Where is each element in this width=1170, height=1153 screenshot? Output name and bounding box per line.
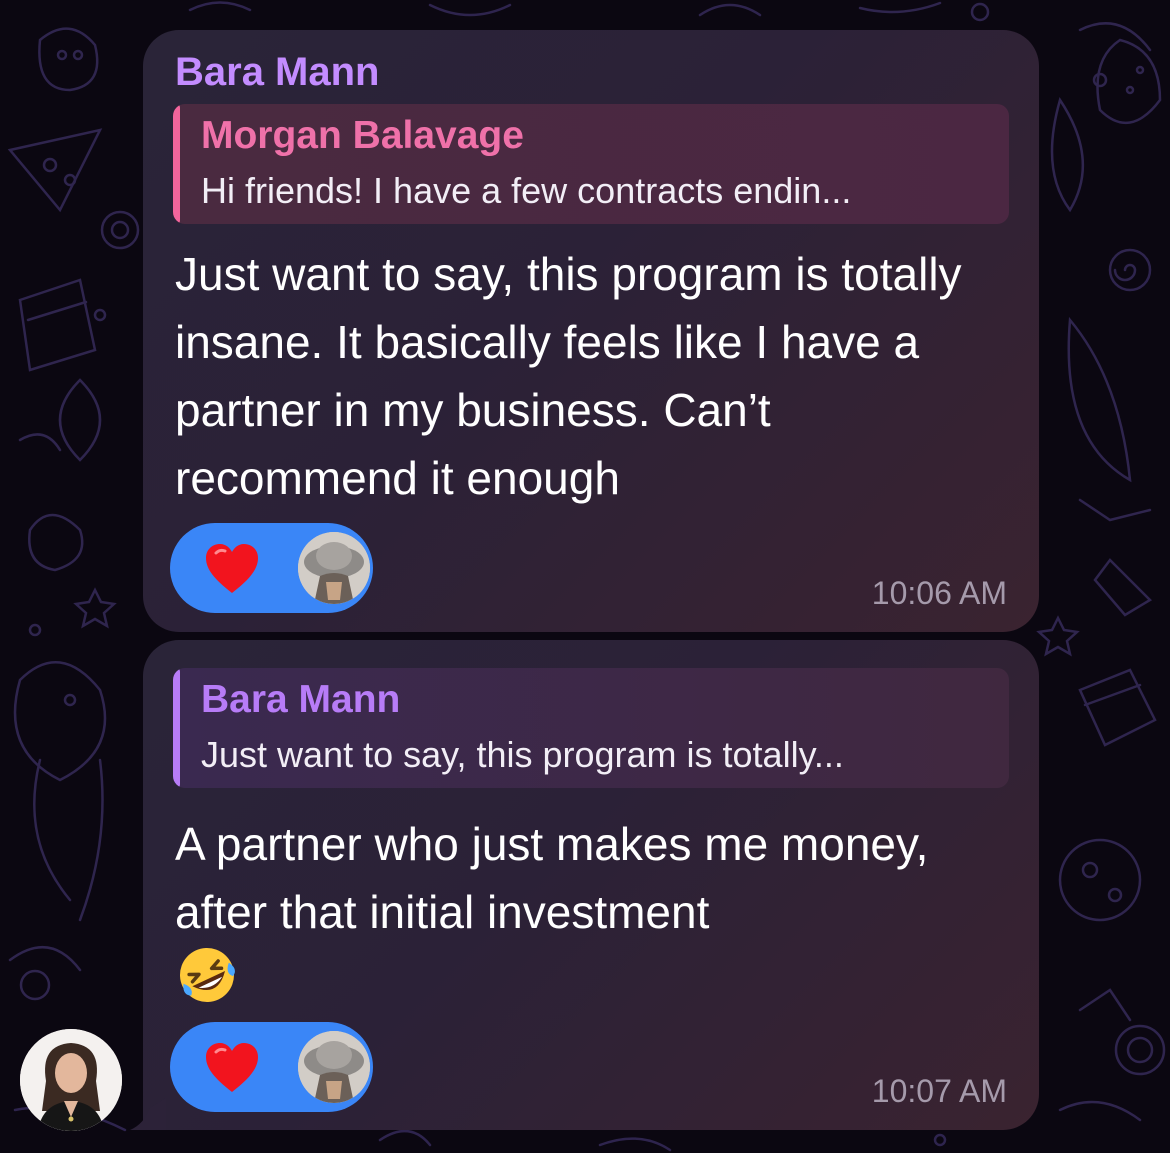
sender-name[interactable]: Bara Mann (175, 50, 380, 95)
message-text: A partner who just makes me money, after… (175, 818, 929, 938)
rolling-on-floor-laughing-icon (180, 948, 235, 1002)
message-text: Just want to say, this program is totall… (175, 248, 962, 504)
reactor-avatar[interactable] (298, 1031, 370, 1103)
bubble-tail (130, 1098, 166, 1130)
message-bubble[interactable]: Bara Mann Just want to say, this program… (143, 640, 1039, 1130)
reply-accent-bar (173, 104, 180, 224)
reply-author: Morgan Balavage (201, 114, 524, 157)
reply-quote[interactable]: Bara Mann Just want to say, this program… (173, 668, 1009, 788)
sender-photo (20, 1029, 122, 1131)
sender-avatar[interactable] (20, 1029, 122, 1131)
message-bubble[interactable]: Bara Mann Morgan Balavage Hi friends! I … (143, 30, 1039, 632)
reply-snippet: Just want to say, this program is totall… (201, 734, 844, 775)
reactor-avatar[interactable] (298, 532, 370, 604)
reply-accent-bar (173, 668, 180, 788)
reaction-pill[interactable] (170, 523, 373, 613)
heart-icon (206, 544, 258, 593)
message-timestamp: 10:07 AM (871, 1073, 1007, 1109)
heart-icon (206, 1043, 258, 1092)
reply-snippet: Hi friends! I have a few contracts endin… (201, 170, 852, 211)
reply-quote[interactable]: Morgan Balavage Hi friends! I have a few… (173, 104, 1009, 224)
reaction-pill[interactable] (170, 1022, 373, 1112)
reply-author: Bara Mann (201, 678, 401, 721)
message-timestamp: 10:06 AM (871, 575, 1007, 611)
reactor-photo (298, 532, 370, 604)
reactor-photo (298, 1031, 370, 1103)
